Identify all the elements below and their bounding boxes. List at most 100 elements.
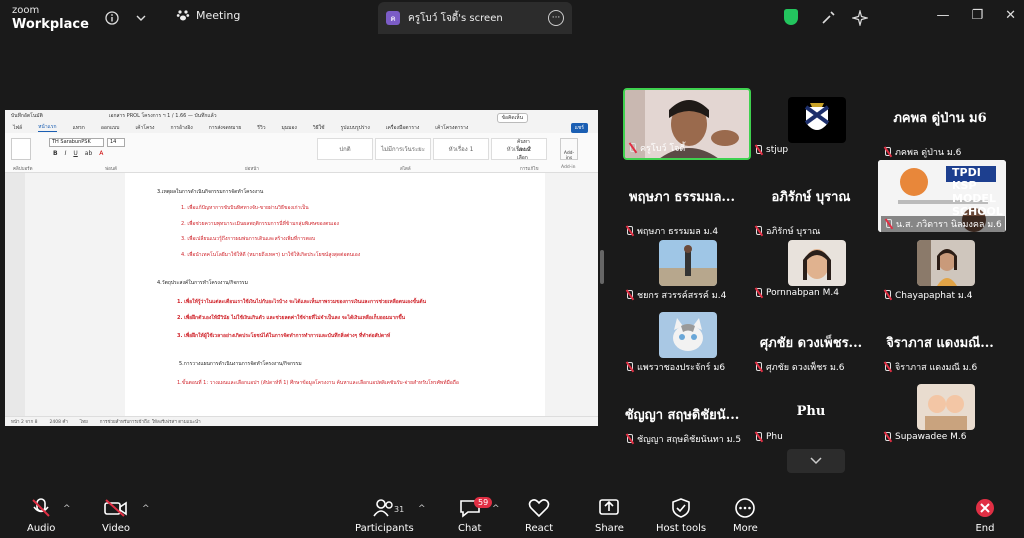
sharer-avatar: ค [386, 11, 400, 25]
participant-tile[interactable]: ชยกร สวรรค์สรรค์ ม.4 [623, 238, 743, 304]
participant-tile[interactable]: จิราภาส แดงมณี... จิราภาส แดงมณี ม.6 [881, 310, 1001, 376]
word-menu-item[interactable]: แทรก [73, 124, 85, 132]
addin-button[interactable]: Add-ins [560, 138, 578, 161]
word-menu-item[interactable]: รีวิว [257, 124, 265, 132]
status-item: การช่วยสำหรับการเข้าถึง: ให้ลงรีเฟรสฯ ตา… [99, 420, 201, 425]
word-menu-item[interactable]: เค้าโครง [135, 124, 154, 132]
participant-tile[interactable]: TPDI KSP MODEL SCHOOL น.ส. ภวิดารา นิลมง… [878, 160, 1006, 232]
participant-tile[interactable]: Supawadee M.6 [881, 382, 1001, 448]
chevron-down-icon[interactable] [131, 8, 151, 28]
word-menu-item[interactable]: ไฟล์ [13, 124, 22, 132]
participant-tile[interactable]: อภิรักษ์ บุราณ อภิรักษ์ บุราณ [752, 174, 872, 240]
react-button[interactable]: React [525, 498, 553, 534]
sparkle-icon[interactable] [850, 8, 870, 28]
paw-icon [176, 10, 190, 21]
participant-name-display: ภคพล ดู่ป่าน ม6 [893, 111, 987, 126]
chat-options-caret-icon[interactable]: ^ [492, 504, 500, 514]
participant-tile[interactable]: Phu Phu [752, 382, 872, 448]
word-menu-item[interactable]: การอ้างอิง [170, 124, 192, 132]
meeting-toolbar [0, 488, 1024, 538]
participant-name: อภิรักษ์ บุราณ [766, 227, 821, 237]
participant-tile[interactable]: พฤษภา ธรรมมล... พฤษภา ธรรมมล ม.4 [623, 174, 743, 240]
participant-name: Phu [766, 432, 783, 442]
participant-tile[interactable]: ภคพล ดู่ป่าน ม6 ภคพล ดู่ป่าน ม.6 [881, 95, 1001, 161]
video-options-caret-icon[interactable]: ^ [142, 504, 150, 514]
participant-tile[interactable]: stjup [752, 95, 872, 161]
shield-icon[interactable] [784, 9, 798, 25]
participant-tile[interactable]: Chayapaphat ม.4 [881, 238, 1001, 304]
font-name-box[interactable]: TH SarabunPSK [49, 138, 104, 147]
participants-options-caret-icon[interactable]: ^ [418, 504, 426, 514]
restore-icon[interactable]: ❐ [971, 8, 983, 23]
word-menu-item[interactable]: เค้าโครงตาราง [435, 124, 468, 132]
meeting-tab[interactable]: Meeting [176, 8, 240, 22]
split-drag-handle[interactable] [600, 250, 604, 284]
audio-options-caret-icon[interactable]: ^ [63, 504, 71, 514]
font-size-box[interactable]: 14 [107, 138, 125, 147]
mic-muted-icon [754, 288, 763, 298]
word-menu-item[interactable]: การส่งจดหมาย [209, 124, 242, 132]
participant-tile[interactable]: แพรวาชองประจักร์ ม6 [623, 310, 743, 376]
participant-name: Supawadee M.6 [895, 432, 967, 442]
style-option[interactable]: ปกติ [317, 138, 373, 160]
editing-tool[interactable]: แทนที่ [517, 146, 530, 154]
host-tools-button[interactable]: Host tools [656, 498, 706, 534]
underline-icon[interactable]: U [73, 150, 77, 157]
participant-tile[interactable]: Pornnabpan M.4 [752, 238, 872, 304]
document-page[interactable]: 3.เหตุผลในการดำเนินกิจกรรมการจัดทำโครงงา… [125, 173, 545, 416]
info-icon[interactable] [102, 8, 122, 28]
italic-icon[interactable]: I [65, 150, 67, 157]
format-buttons: B I Uab A [53, 150, 103, 157]
bold-icon[interactable]: B [53, 150, 58, 157]
word-menu-item[interactable]: ออกแบบ [101, 124, 120, 132]
participant-tile[interactable]: ศุภชัย ดวงเพ็ชร... ศุภชัย ดวงเพ็ชร ม.6 [752, 310, 872, 376]
shared-screen-tab[interactable]: ค ครูโบว์ โจดี้'s screen ··· [378, 2, 572, 34]
word-share-button[interactable]: แชร์ [570, 122, 588, 133]
style-option[interactable]: ไม่มีการเว้นระยะ [375, 138, 431, 160]
more-button[interactable]: More [733, 498, 758, 534]
document-line: 3. เพื่อฝึกให้ผู้ใช้เวลาอย่างเกิดประโยชน… [177, 333, 391, 339]
participant-name-display: พฤษภา ธรรมมล... [629, 190, 735, 205]
word-menu-item[interactable]: หน้าแรก [38, 123, 57, 132]
word-menu-item[interactable]: รูปแบบรูปร่าง [341, 124, 370, 132]
editing-tool[interactable]: เลือก [517, 154, 530, 162]
minimize-icon[interactable]: — [936, 8, 949, 23]
host-tools-icon [671, 498, 691, 518]
strikethrough-icon[interactable]: ab [85, 150, 93, 157]
chevron-down-icon [810, 457, 822, 465]
group-label-paragraph: ย่อหน้า [245, 167, 259, 172]
editing-tools: ค้นหา แทนที่ เลือก [517, 138, 530, 162]
participant-name: ศุภชัย ดวงเพ็ชร ม.6 [766, 363, 845, 373]
editing-tool[interactable]: ค้นหา [517, 138, 530, 146]
comment-button[interactable]: ข้อคิดเห็น [496, 113, 528, 123]
share-button[interactable]: Share [595, 498, 624, 534]
brush-icon[interactable] [818, 8, 838, 28]
style-option[interactable]: หัวเรื่อง 1 [433, 138, 489, 160]
vertical-ruler [5, 173, 25, 416]
participants-button[interactable]: Participants [355, 498, 414, 534]
view-options-more-icon[interactable]: ··· [548, 10, 564, 26]
word-menu-item[interactable]: เครื่องมือตาราง [386, 124, 419, 132]
gallery-next-page-button[interactable] [787, 449, 845, 473]
document-line: 4.วัตถุประสงค์ในการทำโครงงาน/กิจกรรม [157, 280, 248, 286]
more-icon [734, 498, 756, 518]
end-label: End [975, 523, 995, 534]
font-color-icon[interactable]: A [99, 150, 103, 157]
participant-tile-active-speaker[interactable]: ครูโบว์ โจดี้ [623, 88, 751, 160]
doc-file-name: เอกสาร PROL โครงการ ฯ 1 / 1.66 — บันทึกแ… [108, 113, 217, 119]
word-menu-item[interactable]: วิธีใช้ [313, 124, 325, 132]
close-icon[interactable]: ✕ [1005, 8, 1016, 23]
participant-label: แพรวาชองประจักร์ ม6 [625, 360, 725, 374]
paste-icon[interactable] [11, 138, 31, 160]
mic-muted-icon [754, 226, 763, 236]
shared-screen[interactable]: บันทึกอัตโนมัติ เอกสาร PROL โครงการ ฯ 1 … [5, 110, 598, 426]
participant-label: อภิรักษ์ บุราณ [754, 224, 820, 238]
video-button[interactable]: Video [102, 498, 130, 534]
chat-label: Chat [458, 523, 482, 534]
participant-tile[interactable]: ชัญญา สฤษดิชัยนั... ชัญญา สฤษดิชัยนันทา … [623, 382, 743, 448]
audio-button[interactable]: Audio [27, 498, 55, 534]
participant-label: Phu [754, 432, 783, 442]
mic-muted-icon [883, 147, 892, 157]
end-button[interactable]: End [975, 498, 995, 534]
word-menu-item[interactable]: มุมมอง [282, 124, 297, 132]
